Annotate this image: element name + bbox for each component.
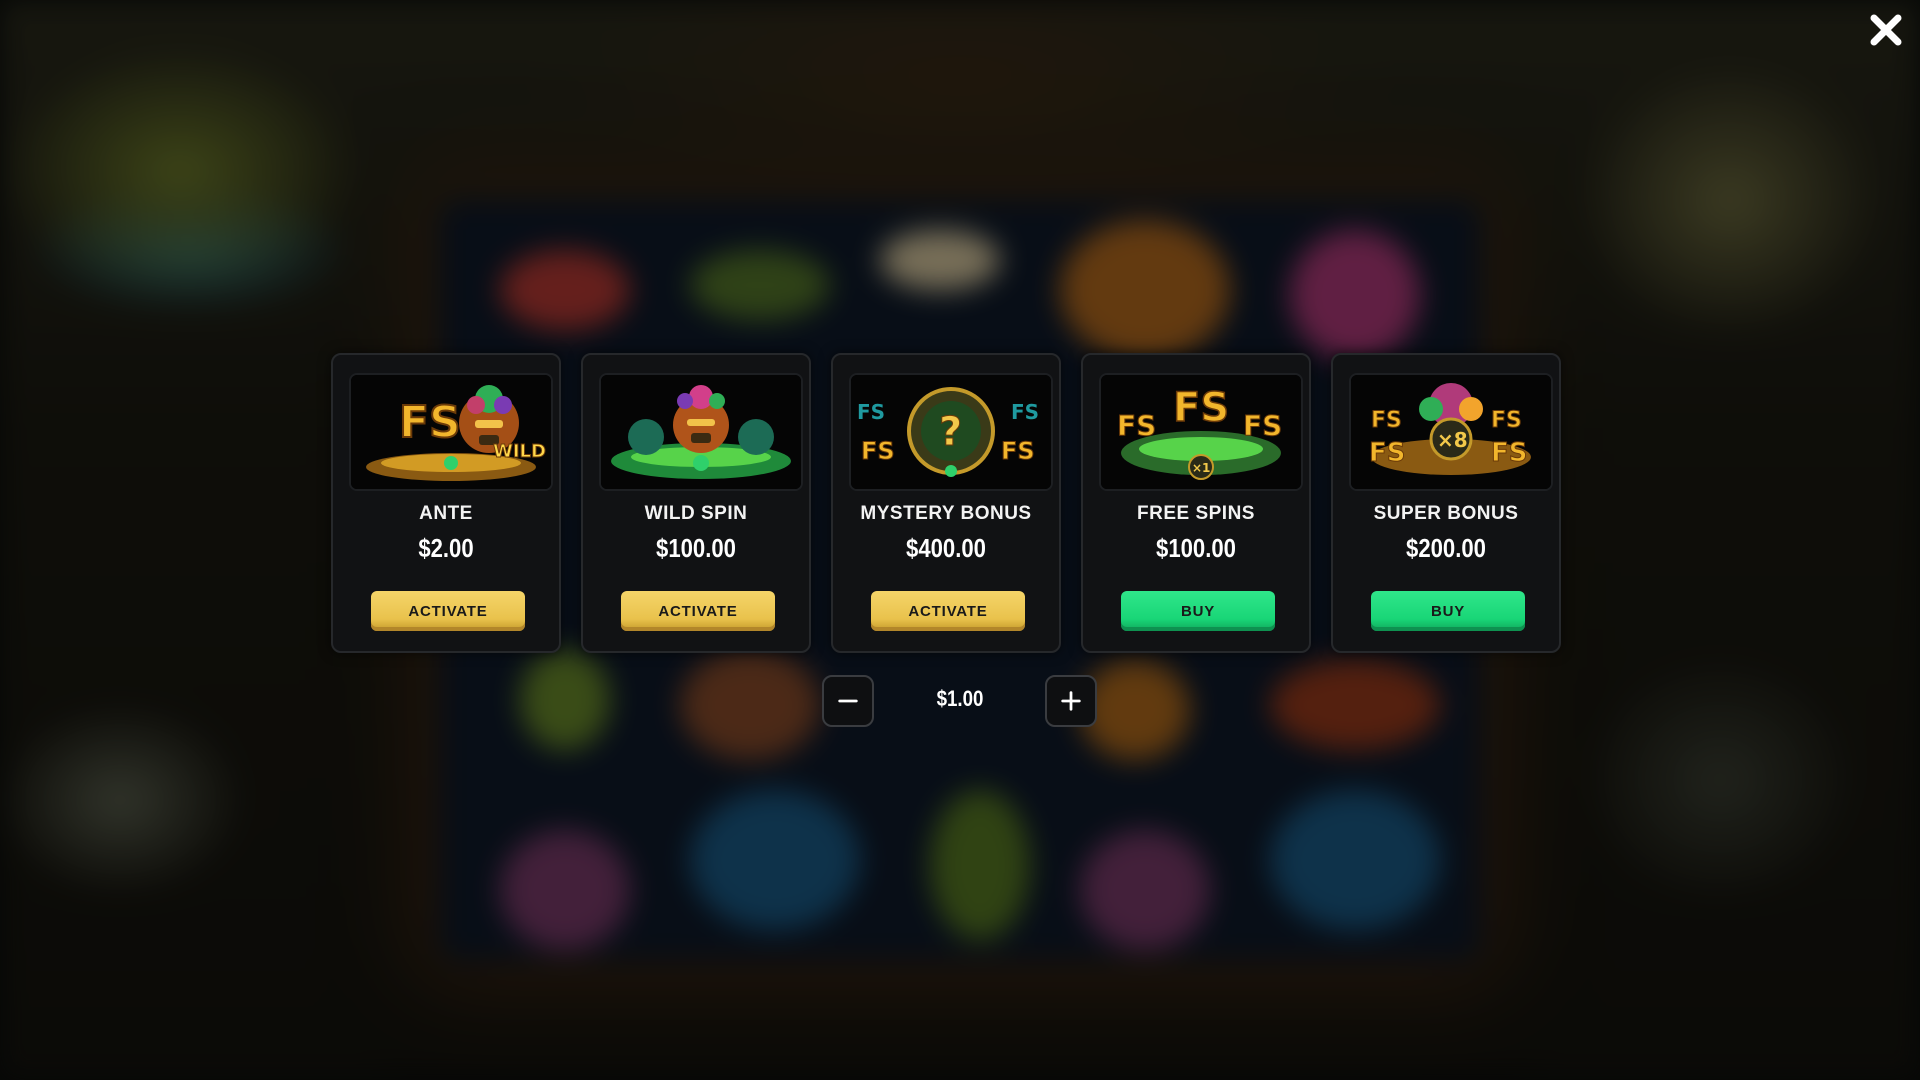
svg-text:FS: FS	[1243, 409, 1282, 442]
bonus-buy-screen: FS WILD ANTE $2.00 ACTIVATE WILD SPIN $1…	[0, 0, 1920, 1080]
close-button[interactable]	[1866, 10, 1906, 50]
super-bonus-image: ×8 FS FS FS FS	[1349, 373, 1553, 491]
bet-amount: $1.00	[936, 686, 984, 711]
activate-ante-button[interactable]: ACTIVATE	[371, 591, 525, 631]
svg-text:×1: ×1	[1192, 461, 1210, 475]
svg-text:FS: FS	[857, 400, 885, 424]
wild-label: WILD	[493, 441, 546, 462]
card-price: $200.00	[1406, 533, 1486, 563]
svg-text:FS: FS	[1011, 400, 1039, 424]
fs-label: FS	[399, 397, 461, 448]
free-spins-image: FS FS FS ×1	[1099, 373, 1303, 491]
card-title: FREE SPINS	[1137, 503, 1255, 524]
card-title: WILD SPIN	[644, 503, 748, 524]
card-price: $2.00	[418, 533, 474, 563]
svg-text:×8: ×8	[1437, 428, 1468, 452]
plus-icon	[1061, 691, 1081, 711]
svg-text:FS: FS	[861, 437, 895, 465]
card-ante: FS WILD ANTE $2.00 ACTIVATE	[331, 353, 561, 653]
svg-text:FS: FS	[1117, 409, 1156, 442]
question-mark: ?	[939, 409, 962, 455]
svg-text:FS: FS	[1491, 438, 1528, 468]
card-price: $100.00	[656, 533, 736, 563]
card-price: $400.00	[906, 533, 986, 563]
close-icon	[1870, 14, 1902, 46]
card-title: ANTE	[419, 503, 473, 524]
svg-text:FS: FS	[1491, 408, 1522, 433]
increase-bet-button[interactable]	[1045, 675, 1097, 727]
activate-mystery-bonus-button[interactable]: ACTIVATE	[871, 591, 1025, 631]
bonus-cards: FS WILD ANTE $2.00 ACTIVATE WILD SPIN $1…	[331, 353, 1561, 653]
card-title: SUPER BONUS	[1373, 503, 1519, 524]
svg-text:FS: FS	[1371, 408, 1402, 433]
card-price: $100.00	[1156, 533, 1236, 563]
minus-icon	[838, 699, 858, 703]
buy-free-spins-button[interactable]: BUY	[1121, 591, 1275, 631]
activate-wild-spin-button[interactable]: ACTIVATE	[621, 591, 775, 631]
svg-text:FS: FS	[1369, 438, 1406, 468]
buy-super-bonus-button[interactable]: BUY	[1371, 591, 1525, 631]
svg-text:FS: FS	[1173, 385, 1229, 431]
card-mystery-bonus: ? FS FS FS FS MYSTERY BONUS $400.00 ACTI…	[831, 353, 1061, 653]
ante-image: FS WILD	[349, 373, 553, 491]
decrease-bet-button[interactable]	[822, 675, 874, 727]
mystery-bonus-image: ? FS FS FS FS	[849, 373, 1053, 491]
card-title: MYSTERY BONUS	[860, 503, 1032, 524]
card-super-bonus: ×8 FS FS FS FS SUPER BONUS $200.00 BUY	[1331, 353, 1561, 653]
card-wild-spin: WILD SPIN $100.00 ACTIVATE	[581, 353, 811, 653]
card-free-spins: FS FS FS ×1 FREE SPINS $100.00 BUY	[1081, 353, 1311, 653]
svg-text:FS: FS	[1001, 437, 1035, 465]
wild-spin-image	[599, 373, 803, 491]
